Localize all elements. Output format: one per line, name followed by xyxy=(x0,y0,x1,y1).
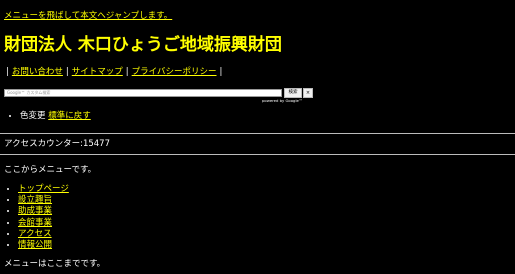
clear-search-button[interactable]: × xyxy=(303,88,313,98)
color-change-list: 色変更 標準に戻す xyxy=(10,111,91,122)
utility-nav: | お問い合わせ | サイトマップ | プライバシーポリシー | xyxy=(6,67,222,78)
search-input[interactable]: Google™ カスタム検索 xyxy=(4,89,282,97)
menu-item: アクセス xyxy=(18,229,69,240)
nav-separator: | xyxy=(125,67,129,77)
nav-separator: | xyxy=(6,67,9,77)
menu-link-purpose[interactable]: 設立趣旨 xyxy=(18,195,52,205)
main-menu: トップページ 設立趣旨 助成事業 会館事業 アクセス 情報公開 xyxy=(9,184,69,251)
menu-link-hall[interactable]: 会館事業 xyxy=(18,218,52,228)
menu-item: 助成事業 xyxy=(18,206,69,217)
menu-link-access[interactable]: アクセス xyxy=(18,229,52,239)
menu-link-disclosure[interactable]: 情報公開 xyxy=(18,240,52,250)
menu-end-text: メニューはここまでです。 xyxy=(4,259,106,269)
nav-contact-link[interactable]: お問い合わせ xyxy=(12,67,63,77)
menu-item: 設立趣旨 xyxy=(18,195,69,206)
powered-by-google: powered by Google™ xyxy=(262,98,303,103)
reset-color-link[interactable]: 標準に戻す xyxy=(48,111,91,121)
search-button[interactable]: 検索 xyxy=(284,88,302,98)
site-title: 財団法人 木口ひょうご地域振興財団 xyxy=(4,35,282,55)
nav-separator: | xyxy=(219,67,223,77)
menu-item: 情報公開 xyxy=(18,240,69,251)
menu-start-text: ここからメニューです。 xyxy=(4,165,97,175)
menu-link-grants[interactable]: 助成事業 xyxy=(18,206,52,216)
nav-separator: | xyxy=(65,67,69,77)
divider xyxy=(0,133,515,134)
site-search: Google™ カスタム検索 検索 × powered by Google™ xyxy=(4,88,314,104)
menu-link-top[interactable]: トップページ xyxy=(18,184,69,194)
menu-item: 会館事業 xyxy=(18,218,69,229)
nav-privacy-policy-link[interactable]: プライバシーポリシー xyxy=(132,67,217,77)
skip-to-content-link[interactable]: メニューを飛ばして本文へジャンプします。 xyxy=(4,11,172,21)
color-change-item: 色変更 標準に戻す xyxy=(20,111,91,122)
divider xyxy=(0,154,515,155)
access-counter: アクセスカウンター:15477 xyxy=(4,139,110,149)
menu-item: トップページ xyxy=(18,184,69,195)
color-change-label: 色変更 xyxy=(20,111,46,121)
nav-sitemap-link[interactable]: サイトマップ xyxy=(72,67,123,77)
